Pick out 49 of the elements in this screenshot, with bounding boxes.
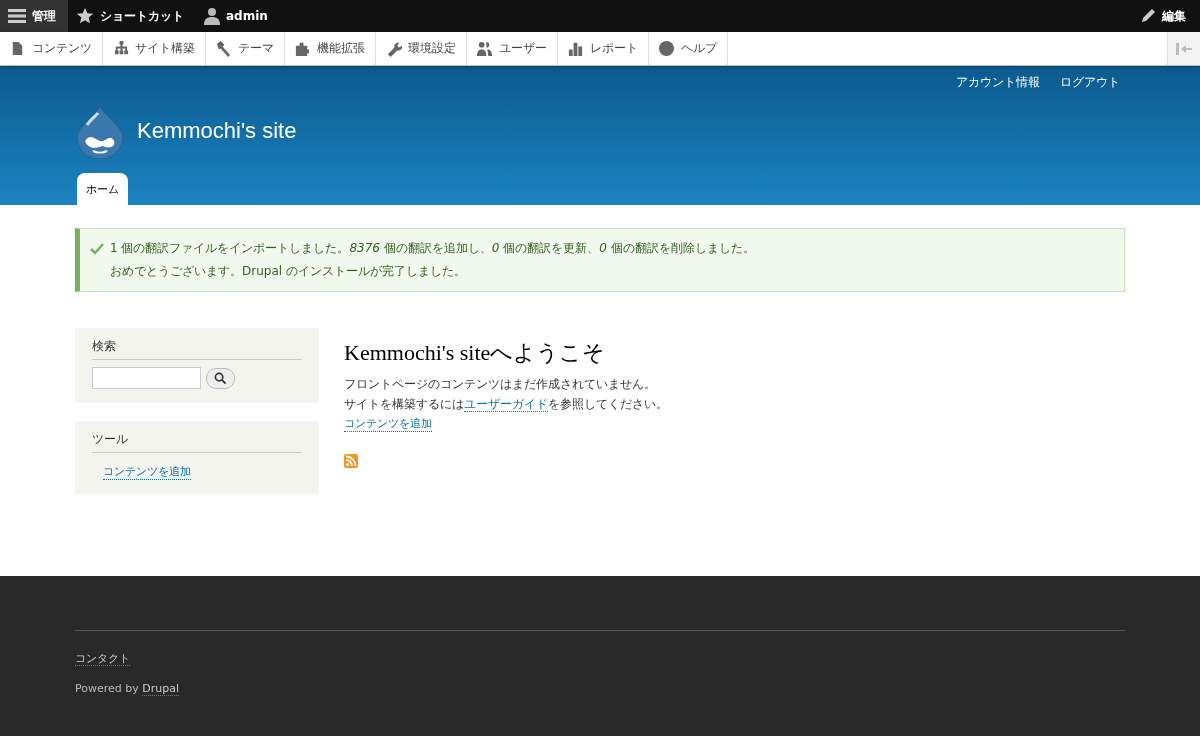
drupal-link[interactable]: Drupal bbox=[142, 682, 179, 696]
user-icon bbox=[204, 7, 220, 25]
search-icon bbox=[214, 371, 227, 385]
edit-button[interactable]: 編集 bbox=[1132, 0, 1200, 32]
rss-feed-icon[interactable] bbox=[344, 454, 358, 468]
toolbar-tab[interactable]: 管理 bbox=[0, 0, 68, 32]
collapse-icon bbox=[1176, 42, 1192, 55]
page-title: Kemmochi's siteへようこそ bbox=[344, 339, 606, 367]
admin-menu-item[interactable]: ヘルプ bbox=[649, 32, 728, 65]
menu-item-icon bbox=[567, 40, 584, 57]
add-content-link[interactable]: コンテンツを追加 bbox=[103, 464, 191, 480]
add-content-link[interactable]: コンテンツを追加 bbox=[344, 416, 432, 432]
body-text: フロントページのコンテンツはまだ作成されていません。 bbox=[344, 376, 656, 393]
admin-menu-item[interactable]: コンテンツ bbox=[0, 32, 103, 65]
admin-menu-item[interactable]: 環境設定 bbox=[376, 32, 467, 65]
toolbar-tab[interactable]: admin bbox=[196, 0, 280, 32]
orientation-toggle-button[interactable] bbox=[1167, 32, 1200, 65]
drop-logo-icon bbox=[75, 103, 125, 159]
account-link[interactable]: アカウント情報 bbox=[956, 74, 1040, 91]
menu-item-icon bbox=[294, 40, 311, 57]
body-text: を参照してください。 bbox=[548, 397, 668, 411]
search-button[interactable] bbox=[206, 367, 235, 389]
toolbar-tab[interactable]: ショートカット bbox=[68, 0, 196, 32]
search-field[interactable] bbox=[92, 367, 201, 389]
menu-item-icon bbox=[658, 40, 675, 57]
contact-link[interactable]: コンタクト bbox=[75, 652, 130, 666]
admin-menu-item[interactable]: ユーザー bbox=[467, 32, 558, 65]
message-text: おめでとうございます。Drupal のインストールが完了しました。 bbox=[110, 263, 466, 280]
menu-icon bbox=[8, 8, 26, 24]
pencil-icon bbox=[1140, 8, 1156, 24]
star-icon bbox=[76, 7, 94, 25]
block-title: 検索 bbox=[92, 338, 302, 360]
admin-menu-item[interactable]: テーマ bbox=[206, 32, 285, 65]
account-link[interactable]: ログアウト bbox=[1060, 74, 1120, 91]
site-name[interactable]: Kemmochi's site bbox=[137, 118, 297, 144]
menu-item-icon bbox=[215, 40, 232, 57]
user-guide-link[interactable]: ユーザーガイド bbox=[464, 397, 548, 412]
body-text: サイトを構築するには bbox=[344, 397, 464, 411]
block-title: ツール bbox=[92, 431, 302, 453]
check-icon bbox=[90, 242, 104, 255]
admin-menu-item[interactable]: サイト構築 bbox=[103, 32, 206, 65]
message-text: 1 個の翻訳ファイルをインポートしました。8376 個の翻訳を追加し、0 個の翻訳を更新、0 個の翻訳を削除しました。 bbox=[110, 240, 755, 257]
home-tab[interactable]: ホーム bbox=[77, 173, 128, 205]
menu-item-icon bbox=[476, 40, 493, 57]
menu-item-icon bbox=[112, 40, 129, 57]
admin-menu-item[interactable]: 機能拡張 bbox=[285, 32, 376, 65]
admin-menu-item[interactable]: レポート bbox=[558, 32, 649, 65]
menu-item-icon bbox=[385, 40, 402, 57]
powered-by-text: Powered by bbox=[75, 682, 139, 695]
